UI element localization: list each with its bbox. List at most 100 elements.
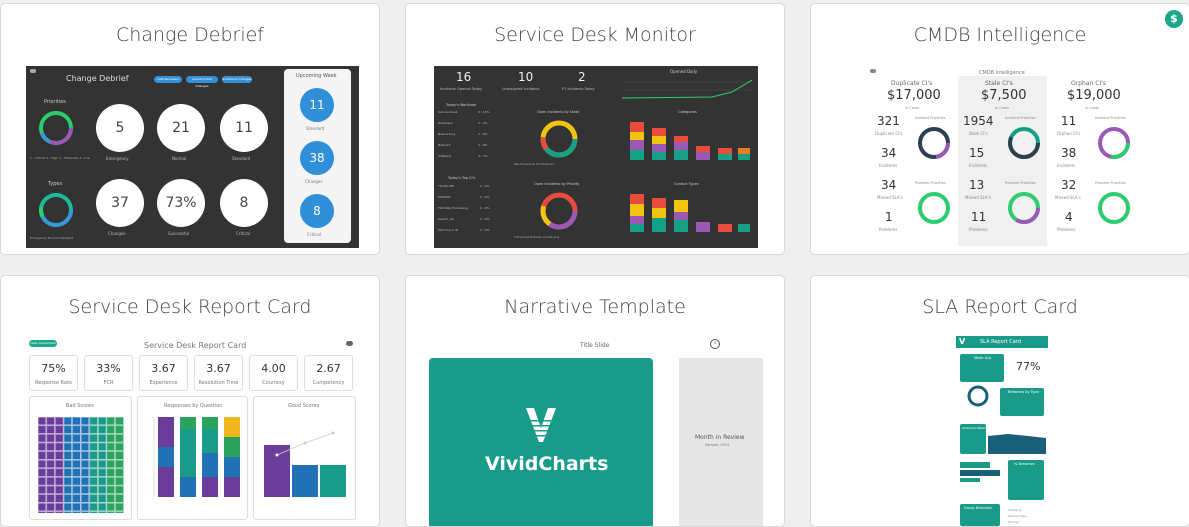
top-ci-name: FSS Web Processing xyxy=(438,206,468,210)
problem-donut xyxy=(1098,192,1130,224)
stat-value: 5 xyxy=(115,120,125,136)
row-value: 15 xyxy=(969,146,985,160)
stat-label: Normal xyxy=(172,156,187,161)
title-slide-preview: VividCharts xyxy=(429,358,653,526)
top-ci-name: OWS001 xyxy=(438,195,451,199)
kpi-tile: 33% FCR xyxy=(84,355,133,391)
week-stat-circle: 38 xyxy=(300,141,334,175)
section-title: % Breaches xyxy=(1014,462,1035,466)
cmdb-thumbnail: CMDB Intelligence Duplicate CI's $17,000… xyxy=(867,66,1137,246)
incident-priorities-label: Incident Priorities xyxy=(1095,116,1126,120)
card-title: Service Desk Report Card xyxy=(68,296,312,318)
stat-label: Standard xyxy=(232,156,251,161)
row-value: 4 xyxy=(1065,210,1073,224)
slide-label: Title Slide xyxy=(580,342,610,349)
row-label: Orphan CI's xyxy=(1057,131,1081,136)
side-slide-title: Month in Review xyxy=(695,434,745,441)
card-title: SLA Report Card xyxy=(922,296,1078,318)
row-value: 32 xyxy=(1061,178,1077,192)
donut-title: Open Incidents by Priority xyxy=(534,182,580,186)
top-ci-value: 1 - 6% xyxy=(480,206,490,210)
template-card-sla-report-card[interactable]: SLA Report Card V SLA Report Card Made S… xyxy=(810,275,1189,527)
group-row: Service Type xyxy=(1008,514,1027,518)
week-stat-value: 38 xyxy=(309,151,325,165)
kpi-value: 3.67 xyxy=(151,362,176,375)
card-title: Service Desk Monitor xyxy=(494,24,696,46)
row-value: 1 xyxy=(885,210,893,224)
side-slide-preview: Month in Review Sample, 2019 xyxy=(679,358,763,526)
report-card-thumbnail: Data Adjustment Service Desk Report Card… xyxy=(26,336,359,522)
top-ci-title: Today's Top CI's xyxy=(448,176,476,180)
sla-header-bar: V SLA Report Card xyxy=(956,336,1048,348)
change-debrief-thumbnail: Change Debrief CAB Reviewed Unauthorized… xyxy=(26,66,359,248)
stat-circle: 73% xyxy=(157,179,205,227)
kpi-tile: 2.67 Competency xyxy=(304,355,353,391)
stat-value: 2 xyxy=(578,70,586,84)
filter-pill: Scheduled Changes xyxy=(222,76,252,83)
side-slide-subtitle: Sample, 2019 xyxy=(705,443,730,447)
week-stat-label: Changes xyxy=(305,179,323,184)
incident-donut xyxy=(918,127,950,159)
types-donut xyxy=(39,193,73,227)
template-card-change-debrief[interactable]: Change Debrief Change Debrief CAB Review… xyxy=(0,3,380,255)
kpi-tile: 4.00 Courtesy xyxy=(249,355,298,391)
row-value: 13 xyxy=(969,178,985,192)
stat-value: 11 xyxy=(235,120,253,136)
workload-value: 4 - 15% xyxy=(478,110,490,114)
kpi-label: Experience xyxy=(149,380,178,386)
card-title: Change Debrief xyxy=(116,24,264,46)
state-donut xyxy=(540,120,578,158)
row-label: Incidents xyxy=(1057,163,1076,168)
bad-scores-waffle xyxy=(38,417,124,513)
top-ci-name: Machine or IP xyxy=(438,228,459,232)
stat-label: Critical xyxy=(236,231,250,236)
responses-panel: Responses by Question xyxy=(137,396,248,520)
upcoming-week-panel: Upcoming Week 11 Standard 38 Changes 8 C… xyxy=(284,69,351,243)
sla-thumbnail: V SLA Report Card Made SLA 77% Breaches … xyxy=(956,336,1048,526)
report-heading: Service Desk Report Card xyxy=(144,341,247,350)
stat-value: 16 xyxy=(456,70,472,84)
kpi-tile: 3.67 Resolution Time xyxy=(194,355,243,391)
top-ci-value: 1 - 6% xyxy=(480,195,490,199)
row-label: Incidents xyxy=(879,163,898,168)
group-breaches-box: Group Breaches xyxy=(960,504,1000,526)
types-legend: Emergency Normal Standard xyxy=(30,236,74,240)
column-name: Duplicate CI's xyxy=(891,80,933,87)
row-label: Missed SLA's xyxy=(877,195,903,200)
group-row: Category xyxy=(1008,508,1022,512)
donut-title: Open Incidents by State xyxy=(537,110,580,114)
template-card-service-desk-report-card[interactable]: Service Desk Report Card Data Adjustment… xyxy=(0,275,380,527)
row-value: 38 xyxy=(1061,146,1077,160)
sla-v-icon: V xyxy=(959,337,966,346)
filter-pill: Unauthorized Changes xyxy=(186,76,218,88)
row-value: 1954 xyxy=(963,114,994,128)
panel-title: Good Scores xyxy=(288,403,320,409)
kpi-label: Competency xyxy=(312,380,345,386)
card-title: CMDB Intelligence xyxy=(913,24,1087,46)
dashboard-heading: Change Debrief xyxy=(66,74,129,83)
workload-name: Hardware xyxy=(438,121,453,125)
row-value: 34 xyxy=(881,178,897,192)
template-card-narrative-template[interactable]: Narrative Template Title Slide VividChar… xyxy=(405,275,785,527)
achieved-weekly-box: Achieved Weekly xyxy=(960,424,988,454)
template-card-service-desk-monitor[interactable]: Service Desk Monitor 16 Incidents Opened… xyxy=(405,3,785,255)
column-name: Orphan CI's xyxy=(1071,80,1106,87)
template-card-cmdb-intelligence[interactable]: $ CMDB Intelligence CMDB Intelligence Du… xyxy=(810,3,1189,255)
top-ci-value: 1 - 6% xyxy=(480,217,490,221)
kpi-label: FCR xyxy=(103,380,114,386)
incident-priorities-label: Incident Priorities xyxy=(1005,116,1036,120)
cloud-icon xyxy=(30,69,36,73)
incident-priorities-label: Incident Priorities xyxy=(915,116,946,120)
row-label: Duplicate CI's xyxy=(875,131,903,136)
week-stat-value: 8 xyxy=(313,204,321,218)
priorities-donut xyxy=(39,111,73,145)
next-arrow-icon[interactable]: › xyxy=(710,339,720,349)
week-stat-label: Critical xyxy=(307,232,321,237)
problem-donut xyxy=(918,192,950,224)
kpi-label: Courtesy xyxy=(262,380,285,386)
vividcharts-wordmark: VividCharts xyxy=(485,453,609,475)
problem-donut xyxy=(1008,192,1040,224)
stat-value: 21 xyxy=(172,120,190,136)
workload-title: Today's Workload xyxy=(446,103,477,107)
kpi-value: 2.67 xyxy=(316,362,341,375)
